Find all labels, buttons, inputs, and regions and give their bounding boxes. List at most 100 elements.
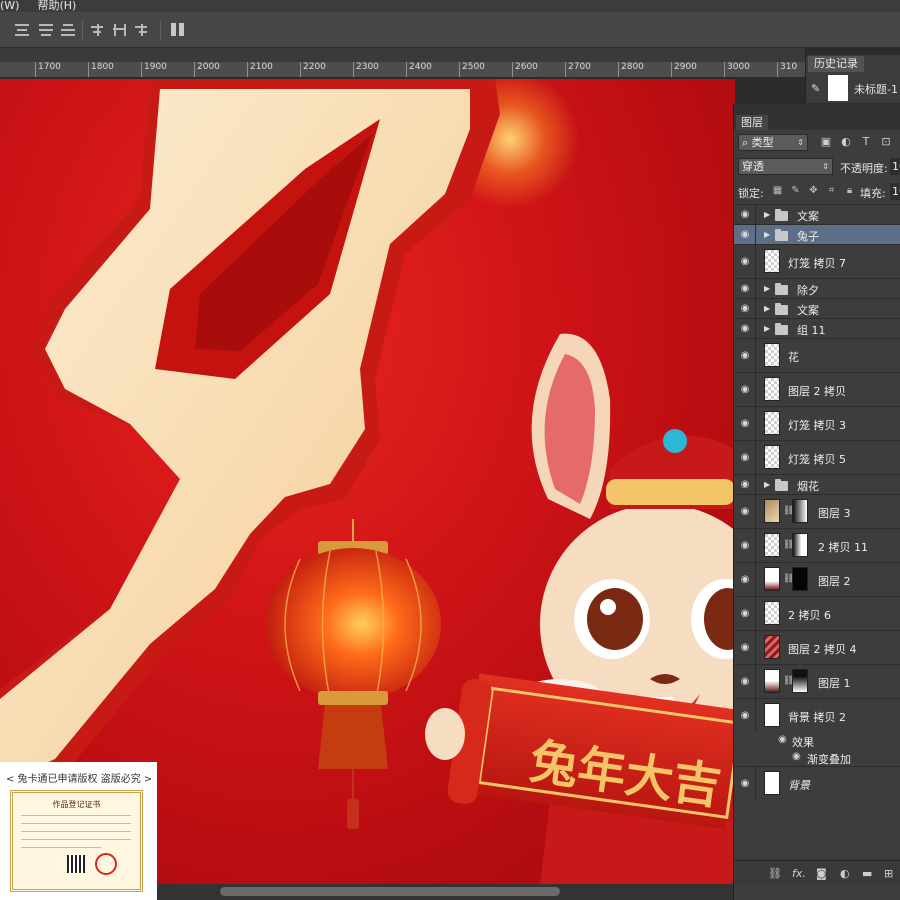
align-right-icon[interactable]: [134, 22, 150, 36]
cert-line: [21, 839, 131, 840]
lock-image-icon[interactable]: ✎: [790, 185, 801, 196]
effects-row[interactable]: ◉ 效果: [734, 732, 900, 749]
eye-icon[interactable]: ◉: [739, 209, 751, 220]
opacity-label: 不透明度:: [840, 162, 888, 175]
eye-icon[interactable]: ◉: [792, 751, 801, 762]
effects-label: 效果: [792, 736, 814, 749]
eye-icon[interactable]: ◉: [739, 350, 751, 361]
eye-icon[interactable]: ◉: [739, 608, 751, 619]
eye-icon[interactable]: ◉: [739, 479, 751, 490]
layer-mask-thumbnail[interactable]: [792, 533, 808, 557]
link-layers-icon[interactable]: ⛓: [768, 867, 782, 880]
ruler-tick: 2100: [247, 62, 273, 77]
scrollbar-thumb[interactable]: [220, 887, 560, 896]
layer-row[interactable]: ◉ 图层 2 拷贝: [734, 372, 900, 406]
layer-row[interactable]: ◉ 背景: [734, 766, 900, 800]
layer-mask-thumbnail[interactable]: [792, 567, 808, 591]
distribute-icon[interactable]: [170, 22, 186, 36]
expand-arrow-icon[interactable]: ▶: [764, 480, 770, 489]
layer-row[interactable]: ◉ 图层 2 拷贝 4: [734, 630, 900, 664]
layer-row[interactable]: ◉ ⛓ 图层 3: [734, 494, 900, 528]
layer-thumbnail: [764, 533, 780, 557]
layer-name: 图层 3: [818, 507, 851, 520]
filter-pixel-icon[interactable]: ▣: [820, 136, 832, 148]
eye-icon[interactable]: ◉: [739, 778, 751, 789]
layer-row[interactable]: ◉ 2 拷贝 6: [734, 596, 900, 630]
eye-icon[interactable]: ◉: [739, 418, 751, 429]
lock-position-icon[interactable]: ✥: [808, 185, 819, 196]
layer-row[interactable]: ◉ 灯笼 拷贝 7: [734, 244, 900, 278]
new-group-icon[interactable]: ▬: [862, 867, 872, 880]
layer-mask-thumbnail[interactable]: [792, 669, 808, 693]
fill-input[interactable]: 100%: [890, 183, 900, 200]
opacity-input[interactable]: 100%: [890, 158, 900, 175]
align-left-icon[interactable]: [90, 22, 106, 36]
layer-row[interactable]: ◉ ▶ 文案: [734, 204, 900, 224]
eye-icon[interactable]: ◉: [739, 574, 751, 585]
ruler-tick: 310: [776, 62, 798, 77]
layer-row[interactable]: ◉ 背景 拷贝 2: [734, 698, 900, 732]
layer-row[interactable]: ◉ ▶ 烟花: [734, 474, 900, 494]
filter-shape-icon[interactable]: ⊡: [880, 136, 892, 148]
align-hcenter-icon[interactable]: [112, 22, 128, 36]
filter-kind-select[interactable]: ⌕ 类型 ⇕: [738, 134, 808, 151]
expand-arrow-icon[interactable]: ▶: [764, 304, 770, 313]
align-bottom-icon[interactable]: [60, 22, 76, 36]
eye-icon[interactable]: ◉: [739, 303, 751, 314]
align-vcenter-icon[interactable]: [38, 22, 54, 36]
menu-help[interactable]: 帮助(H): [37, 0, 84, 12]
expand-arrow-icon[interactable]: ▶: [764, 284, 770, 293]
expand-arrow-icon[interactable]: ▶: [764, 324, 770, 333]
layer-thumbnail: [764, 499, 780, 523]
layer-name: 组 11: [797, 324, 826, 337]
eye-icon[interactable]: ◉: [739, 676, 751, 687]
adjustment-icon[interactable]: ◐: [840, 867, 850, 880]
layer-row[interactable]: ◉ 灯笼 拷贝 3: [734, 406, 900, 440]
options-bar: [0, 12, 900, 48]
add-mask-icon[interactable]: ◙: [816, 867, 827, 880]
tab-layers[interactable]: 图层: [736, 115, 768, 130]
eye-icon[interactable]: ◉: [778, 734, 787, 745]
expand-arrow-icon[interactable]: ▶: [764, 230, 770, 239]
eye-icon[interactable]: ◉: [739, 256, 751, 267]
layer-name: 背景: [788, 779, 810, 792]
brush-icon[interactable]: ✎: [811, 82, 820, 95]
align-top-icon[interactable]: [14, 22, 30, 36]
expand-arrow-icon[interactable]: ▶: [764, 210, 770, 219]
filter-type-icon[interactable]: T: [860, 136, 872, 148]
seal-icon: [95, 853, 117, 875]
layer-row[interactable]: ◉ ⛓ 2 拷贝 11: [734, 528, 900, 562]
layer-row[interactable]: ◉ ⛓ 图层 1: [734, 664, 900, 698]
lock-all-icon[interactable]: 🔒︎: [844, 185, 855, 196]
ruler-tick: 2600: [512, 62, 538, 77]
eye-icon[interactable]: ◉: [739, 452, 751, 463]
layer-row[interactable]: ◉ ▶ 组 11: [734, 318, 900, 338]
filter-adjustment-icon[interactable]: ◐: [840, 136, 852, 148]
lock-transparency-icon[interactable]: ▦: [772, 185, 783, 196]
eye-icon[interactable]: ◉: [739, 642, 751, 653]
layer-row-selected[interactable]: ◉ ▶ 兔子: [734, 224, 900, 244]
blend-mode-select[interactable]: 穿透 ⇕: [738, 158, 833, 175]
fx-icon[interactable]: fx.: [792, 867, 806, 880]
eye-icon[interactable]: ◉: [739, 323, 751, 334]
eye-icon[interactable]: ◉: [739, 540, 751, 551]
eye-icon[interactable]: ◉: [739, 283, 751, 294]
layer-row[interactable]: ◉ ▶ 除夕: [734, 278, 900, 298]
layer-mask-thumbnail[interactable]: [792, 499, 808, 523]
eye-icon[interactable]: ◉: [739, 506, 751, 517]
menu-bar: (W) 帮助(H): [0, 0, 900, 12]
layer-row[interactable]: ◉ 花: [734, 338, 900, 372]
eye-icon[interactable]: ◉: [739, 229, 751, 240]
history-snapshot-thumb[interactable]: [828, 75, 848, 101]
effect-row[interactable]: ◉ 渐变叠加: [734, 749, 900, 766]
history-snapshot-label[interactable]: 未标题-1: [854, 81, 898, 97]
eye-icon[interactable]: ◉: [739, 710, 751, 721]
layer-row[interactable]: ◉ ⛓ 图层 2: [734, 562, 900, 596]
lock-artboard-icon[interactable]: ⌗: [826, 185, 837, 196]
new-layer-icon[interactable]: ⊞: [884, 867, 893, 880]
layer-row[interactable]: ◉ ▶ 文案: [734, 298, 900, 318]
tab-history[interactable]: 历史记录: [808, 56, 864, 72]
eye-icon[interactable]: ◉: [739, 384, 751, 395]
menu-window[interactable]: (W): [0, 0, 27, 12]
layer-row[interactable]: ◉ 灯笼 拷贝 5: [734, 440, 900, 474]
